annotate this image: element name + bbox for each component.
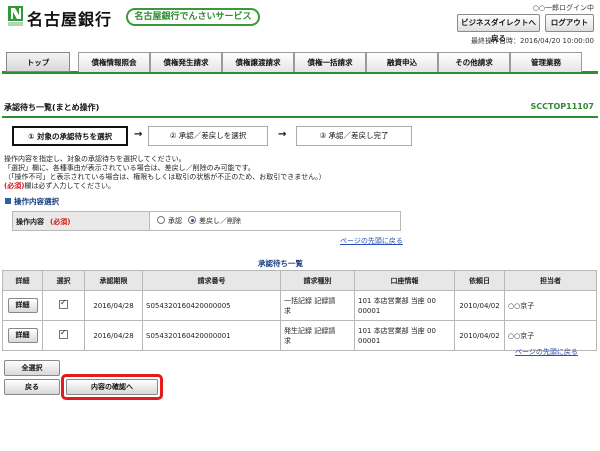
table-row: 詳細 2016/04/28 S054320160420000001 発生記録 記… [2,320,597,351]
request-number-cell: S054320160420000005 [142,290,281,321]
account-info-cell: 101 本店営業部 当座 00 00001 [354,290,455,321]
staff-cell: ○○京子 [504,320,597,351]
column-header: 請求種別 [280,270,355,291]
table-header-row: 詳細 選択 承認期限 請求番号 請求種別 口座情報 依頼日 担当者 [2,270,597,291]
page-top-link[interactable]: ページの先頭に戻る [340,236,403,246]
required-mark: (必須) [4,182,25,190]
request-number-cell: S054320160420000001 [142,320,281,351]
tab-administration[interactable]: 管理業務 [510,52,582,72]
list-title: 承認待ち一覧 [258,259,303,268]
user-login-status: ○○一郎ログイン中 [532,4,594,12]
deadline-cell: 2016/04/28 [84,320,143,351]
request-date-cell: 2010/04/02 [454,320,505,351]
tab-loan-application[interactable]: 融資申込 [366,52,438,72]
step-3: ③ 承認／差戻し完了 [296,126,412,146]
tab-other-requests[interactable]: その他請求 [438,52,510,72]
radio-reject[interactable] [188,216,196,224]
back-button[interactable]: 戻る [4,379,60,395]
column-header: 請求番号 [142,270,281,291]
column-header: 選択 [42,270,85,291]
operation-label: 操作内容 [16,218,44,226]
column-header: 口座情報 [354,270,455,291]
step-arrow-icon: → [134,129,143,140]
row-select-checkbox[interactable] [59,328,68,339]
column-header: 詳細 [2,270,43,291]
step-arrow-icon: → [278,129,287,140]
account-info-cell: 101 本店営業部 当座 00 00001 [354,320,455,351]
column-header: 依頼日 [454,270,505,291]
column-header: 承認期限 [84,270,143,291]
step-2: ② 承認／差戻しを選択 [148,126,268,146]
request-date-cell: 2010/04/02 [454,290,505,321]
staff-cell: ○○京子 [504,290,597,321]
instruction-text: 「選択」欄に、各種事由が表示されている場合は、差戻し／削除のみ可能です。 [4,164,255,172]
detail-button[interactable]: 詳細 [7,328,38,343]
column-header: 担当者 [504,270,597,291]
select-all-button[interactable]: 全選択 [4,360,60,376]
table-row: 詳細 2016/04/28 S054320160420000005 一括記録 記… [2,290,597,321]
tab-top[interactable]: トップ [6,52,70,72]
page-title: 承認待ち一覧(まとめ操作) [4,103,100,112]
step-1-current: ① 対象の承認待ちを選択 [12,126,128,146]
tab-claim-bulk[interactable]: 債権一括請求 [294,52,366,72]
instruction-required-note: (必須)欄は必ず入力してください。 [4,182,115,191]
tab-claim-issue[interactable]: 債権発生請求 [150,52,222,72]
deadline-cell: 2016/04/28 [84,290,143,321]
tab-claim-transfer[interactable]: 債権譲渡請求 [222,52,294,72]
logout-button[interactable]: ログアウト [545,14,594,32]
bank-logo-icon [8,6,23,26]
instruction-text: 欄は必ず入力してください。 [24,182,115,190]
tab-claim-inquiry[interactable]: 債権情報照会 [78,52,150,72]
request-type-cell: 一括記録 記録請求 [280,290,355,321]
request-type-cell: 発生記録 記録請求 [280,320,355,351]
last-operation-time: 最終操作日時：2016/04/20 10:00:00 [470,37,594,45]
radio-approve[interactable] [157,216,165,224]
business-direct-back-button[interactable]: ビジネスダイレクトへ戻る [457,14,540,43]
radio-approve-label[interactable]: 承認 [168,216,182,226]
bank-name: 名古屋銀行 [27,10,113,29]
instruction-text: 操作内容を指定し、対象の承認待ちを選択してください。 [4,155,186,163]
approval-table: 詳細 選択 承認期限 請求番号 請求種別 口座情報 依頼日 担当者 詳細 201… [2,270,597,351]
row-select-checkbox[interactable] [59,298,68,309]
radio-reject-label[interactable]: 差戻し／削除 [199,216,241,226]
confirm-content-button[interactable]: 内容の確認へ [66,379,158,395]
service-name-badge: 名古屋銀行でんさいサービス [126,8,260,26]
screen-id: SCCTOP11107 [530,102,594,111]
instruction-text: （「操作不可」と表示されている場合は、権限もしくは取引の状態が不正のため、お取引… [4,173,326,181]
section-title: 操作内容選択 [14,197,59,206]
section-bullet-icon [5,198,11,204]
required-mark: (必須) [50,218,71,226]
detail-button[interactable]: 詳細 [7,298,38,313]
page-top-link[interactable]: ページの先頭に戻る [515,347,578,357]
